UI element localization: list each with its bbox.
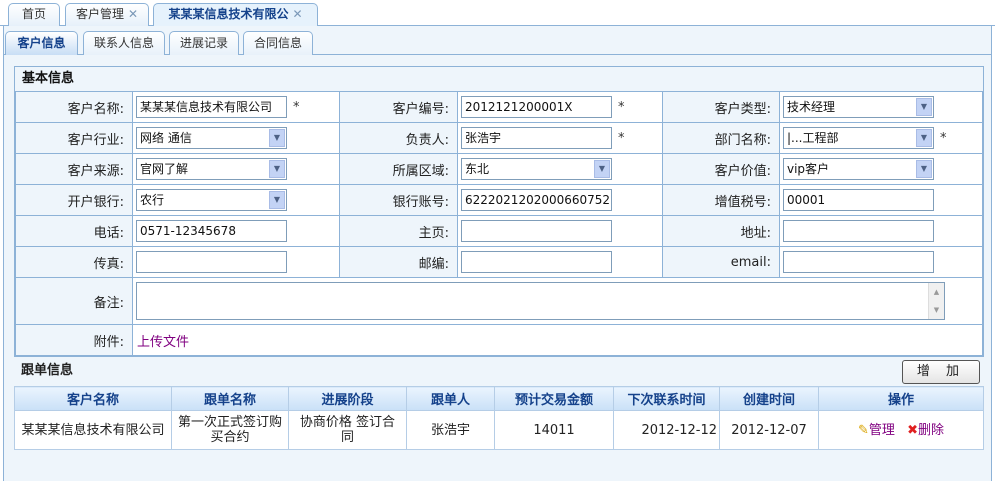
label-homepage: 主页:	[339, 215, 458, 247]
cell-amount: 14011	[494, 410, 614, 450]
scrollbar[interactable]: ▲ ▼	[928, 283, 944, 319]
label-phone: 电话:	[15, 215, 133, 247]
label-zip: 邮编:	[339, 246, 458, 278]
chevron-down-icon: ▼	[269, 160, 285, 178]
column-header: 客户名称	[14, 386, 172, 411]
tab-home[interactable]: 首页	[8, 3, 60, 26]
label-source: 客户来源:	[15, 153, 133, 185]
follow-table: 客户名称 跟单名称 进展阶段 跟单人 预计交易金额 下次联系时间 创建时间 操作…	[14, 386, 984, 450]
label-bank: 开户银行:	[15, 184, 133, 216]
fax-input[interactable]	[136, 251, 287, 273]
chevron-down-icon: ▼	[269, 191, 285, 209]
select-value: 农行	[140, 193, 165, 207]
customer-type-select[interactable]: 技术经理 ▼	[783, 96, 934, 118]
cell-stage: 协商价格 签订合同	[288, 410, 407, 450]
label-industry: 客户行业:	[15, 122, 133, 154]
chevron-down-icon: ▼	[916, 129, 932, 147]
select-value: |...工程部	[787, 131, 839, 145]
delete-icon: ✖	[907, 422, 918, 438]
table-row: 某某某信息技术有限公司 第一次正式签订购买合约 协商价格 签订合同 张浩宇 14…	[14, 410, 984, 450]
upload-file-link[interactable]: 上传文件	[137, 335, 189, 350]
subtab-contracts[interactable]: 合同信息	[243, 31, 313, 55]
homepage-input[interactable]	[461, 220, 612, 242]
close-icon[interactable]: ✕	[292, 7, 302, 21]
subtab-progress[interactable]: 进展记录	[169, 31, 239, 55]
column-header: 跟单名称	[171, 386, 289, 411]
owner-input[interactable]: 张浩宇	[461, 127, 612, 149]
chevron-down-icon: ▼	[916, 98, 932, 116]
select-value: 东北	[465, 162, 490, 176]
label-attach: 附件:	[15, 324, 133, 356]
column-header: 跟单人	[406, 386, 495, 411]
pencil-icon: ✎	[858, 422, 869, 438]
bank-account-input[interactable]: 6222021202000660752	[461, 189, 612, 211]
subtab-contacts[interactable]: 联系人信息	[83, 31, 165, 55]
department-select[interactable]: |...工程部 ▼	[783, 127, 934, 149]
subtab-customer-info[interactable]: 客户信息	[5, 31, 78, 55]
column-header: 操作	[818, 386, 984, 411]
basic-info-panel: 基本信息 客户名称: 某某某信息技术有限公司 * 客户编号: 2012121200…	[14, 66, 984, 357]
customer-value-select[interactable]: vip客户 ▼	[783, 158, 934, 180]
remark-textarea[interactable]: ▲ ▼	[136, 282, 945, 320]
label-owner: 负责人:	[339, 122, 458, 154]
select-value: 技术经理	[787, 100, 836, 114]
section-title: 基本信息	[22, 71, 75, 86]
column-header: 创建时间	[719, 386, 819, 411]
bank-select[interactable]: 农行 ▼	[136, 189, 287, 211]
label-region: 所属区域:	[339, 153, 458, 185]
column-header: 下次联系时间	[613, 386, 720, 411]
tab-customer-management[interactable]: 客户管理 ✕	[65, 3, 149, 26]
manage-link[interactable]: 管理	[869, 423, 895, 438]
cell-next-contact: 2012-12-12	[613, 410, 720, 450]
label-account: 银行账号:	[339, 184, 458, 216]
cell-name: 第一次正式签订购买合约	[171, 410, 289, 450]
required-mark: *	[940, 130, 947, 146]
address-input[interactable]	[783, 220, 934, 242]
select-value: 网络 通信	[140, 131, 192, 145]
tax-number-input[interactable]: 00001	[783, 189, 934, 211]
industry-select[interactable]: 网络 通信 ▼	[136, 127, 287, 149]
zip-input[interactable]	[461, 251, 612, 273]
cell-customer: 某某某信息技术有限公司	[14, 410, 172, 450]
customer-code-input[interactable]: 2012121200001X	[461, 96, 612, 118]
label-tax: 增值税号:	[662, 184, 780, 216]
top-tab-bar: 首页 客户管理 ✕ 某某某信息技术有限公 ✕	[0, 0, 995, 27]
chevron-down-icon: ▼	[594, 160, 610, 178]
label-dept: 部门名称:	[662, 122, 780, 154]
label-email: email:	[662, 246, 780, 278]
label-name: 客户名称:	[15, 91, 133, 123]
cell-created: 2012-12-07	[719, 410, 819, 450]
label-value: 客户价值:	[662, 153, 780, 185]
required-mark: *	[618, 99, 625, 115]
select-value: vip客户	[787, 162, 830, 176]
close-icon[interactable]: ✕	[128, 7, 138, 21]
cell-person: 张浩宇	[406, 410, 495, 450]
add-button[interactable]: 增 加	[902, 360, 980, 384]
label-remark: 备注:	[15, 277, 133, 325]
chevron-down-icon: ▼	[916, 160, 932, 178]
label-type: 客户类型:	[662, 91, 780, 123]
label-code: 客户编号:	[339, 91, 458, 123]
chevron-down-icon: ▼	[269, 129, 285, 147]
section-title: 跟单信息	[21, 363, 74, 378]
region-select[interactable]: 东北 ▼	[461, 158, 612, 180]
label-address: 地址:	[662, 215, 780, 247]
customer-name-input[interactable]: 某某某信息技术有限公司	[136, 96, 287, 118]
select-value: 官网了解	[140, 162, 189, 176]
email-input[interactable]	[783, 251, 934, 273]
phone-input[interactable]: 0571-12345678	[136, 220, 287, 242]
tab-company[interactable]: 某某某信息技术有限公 ✕	[153, 3, 318, 27]
required-mark: *	[618, 130, 625, 146]
sub-tab-bar: 客户信息 联系人信息 进展记录 合同信息	[3, 26, 992, 55]
source-select[interactable]: 官网了解 ▼	[136, 158, 287, 180]
follow-panel: 跟单信息 增 加 客户名称 跟单名称 进展阶段 跟单人 预计交易金额 下次联系时…	[14, 358, 984, 450]
column-header: 预计交易金额	[494, 386, 614, 411]
basic-info-form: 客户名称: 某某某信息技术有限公司 * 客户编号: 2012121200001X *…	[15, 91, 983, 356]
label-fax: 传真:	[15, 246, 133, 278]
required-mark: *	[293, 99, 300, 115]
delete-link[interactable]: 删除	[918, 423, 944, 438]
cell-actions: ✎管理 ✖删除	[818, 410, 984, 450]
column-header: 进展阶段	[288, 386, 407, 411]
